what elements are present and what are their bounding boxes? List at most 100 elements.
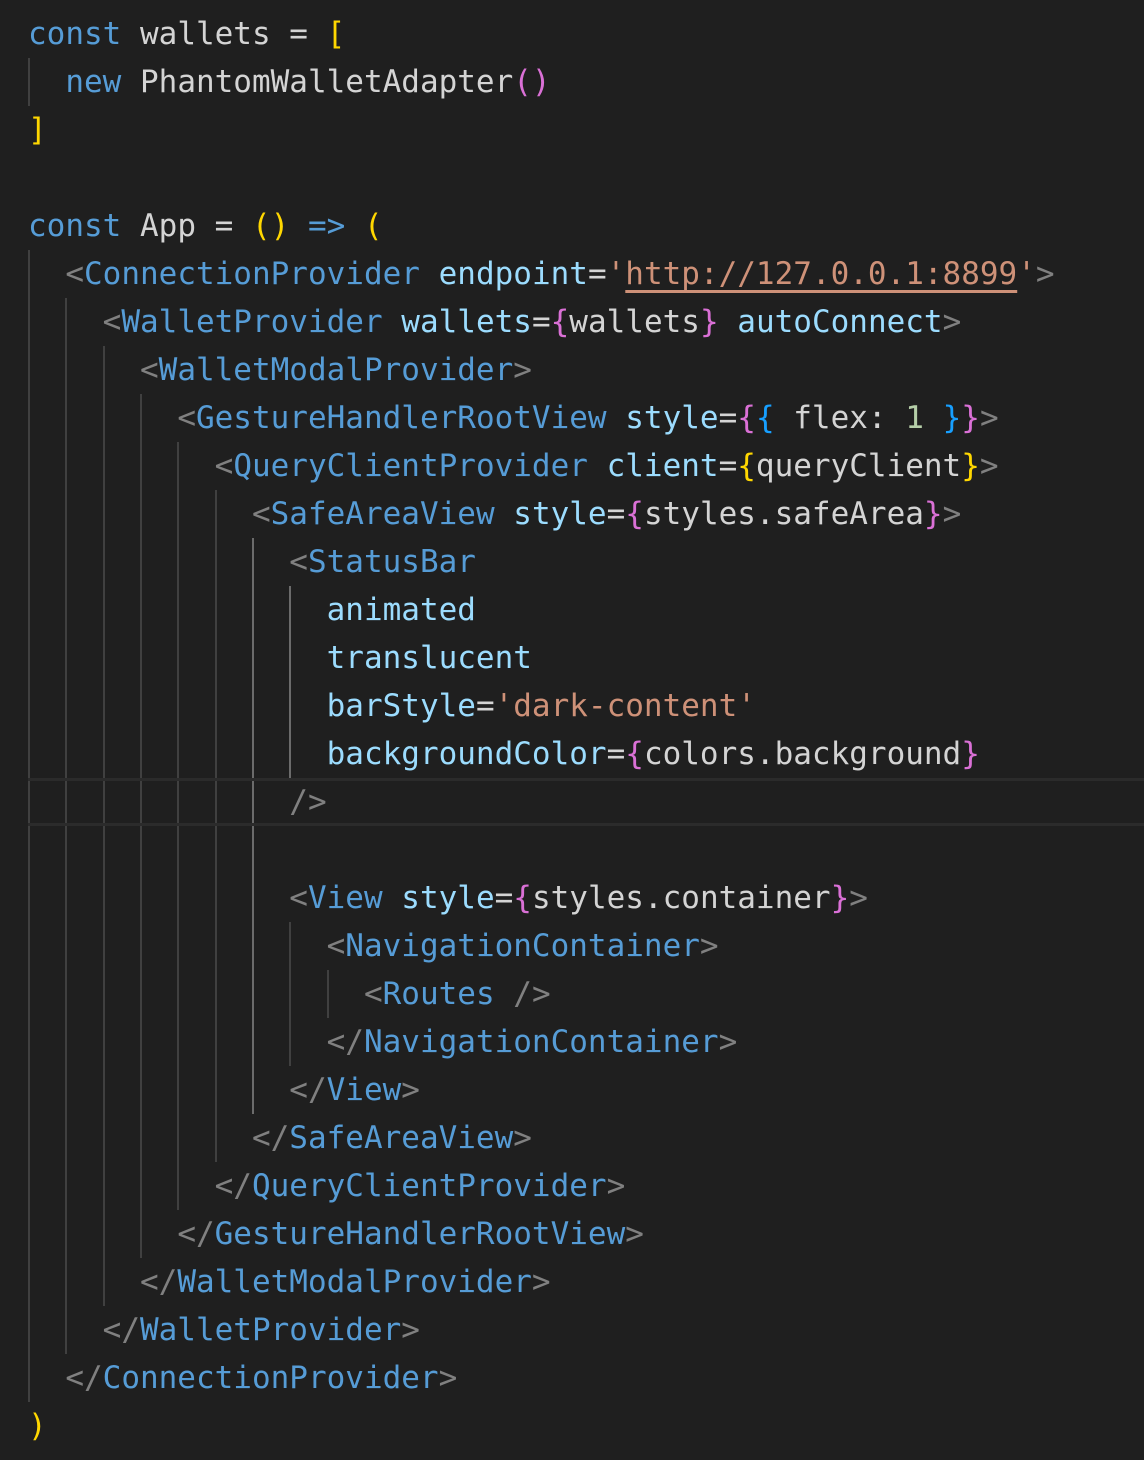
token-punct: >: [942, 496, 962, 532]
token-plain: wallets: [569, 304, 700, 340]
code-line[interactable]: <StatusBar: [0, 538, 1144, 586]
code-text: <GestureHandlerRootView style={{ flex: 1…: [28, 394, 998, 442]
code-line[interactable]: [0, 826, 1144, 874]
token-attr: autoConnect: [737, 304, 943, 340]
code-line[interactable]: const App = () => (: [0, 202, 1144, 250]
token-tag: ConnectionProvider: [84, 256, 420, 292]
code-text: </ConnectionProvider>: [28, 1354, 457, 1402]
token-punct: </: [65, 1360, 103, 1396]
token-punct: >: [625, 1216, 644, 1252]
token-br2: {: [550, 304, 570, 340]
code-text: translucent: [28, 634, 532, 682]
token-br1: }: [961, 448, 980, 484]
token-tag: StatusBar: [307, 544, 476, 580]
token-punct: </: [102, 1312, 140, 1348]
token-punct: >: [718, 1024, 738, 1060]
code-line[interactable]: new PhantomWalletAdapter(): [0, 58, 1144, 106]
code-line[interactable]: [0, 154, 1144, 202]
code-text: <WalletModalProvider>: [28, 346, 532, 394]
code-text: </WalletModalProvider>: [28, 1258, 551, 1306]
token-attr: style: [625, 400, 719, 436]
code-line[interactable]: </SafeAreaView>: [0, 1114, 1144, 1162]
token-br1: (): [251, 208, 290, 244]
code-line[interactable]: />: [28, 778, 1144, 826]
token-tag: WalletModalProvider: [177, 1264, 532, 1300]
token-br2: (): [513, 64, 551, 100]
code-text: <SafeAreaView style={styles.safeArea}>: [28, 490, 961, 538]
token-punct: >: [1035, 256, 1055, 292]
code-text: <Routes />: [28, 970, 551, 1018]
code-line[interactable]: <NavigationContainer>: [0, 922, 1144, 970]
token-plain: flex:: [774, 400, 906, 436]
code-editor[interactable]: const wallets = [ new PhantomWalletAdapt…: [0, 0, 1144, 1460]
token-punct: </: [177, 1216, 215, 1252]
token-plain: =: [606, 496, 626, 532]
code-line[interactable]: translucent: [0, 634, 1144, 682]
code-line[interactable]: <ConnectionProvider endpoint='http://127…: [0, 250, 1144, 298]
token-punct: <: [363, 976, 383, 1012]
code-line[interactable]: </NavigationContainer>: [0, 1018, 1144, 1066]
token-br1: ): [28, 1408, 47, 1444]
token-punct: />: [513, 976, 551, 1012]
code-line[interactable]: </ConnectionProvider>: [0, 1354, 1144, 1402]
code-line[interactable]: </GestureHandlerRootView>: [0, 1210, 1144, 1258]
code-line[interactable]: ]: [0, 106, 1144, 154]
code-line[interactable]: <Routes />: [0, 970, 1144, 1018]
token-tag: View: [326, 1072, 402, 1108]
code-text: <QueryClientProvider client={queryClient…: [28, 442, 999, 490]
token-attr: animated: [326, 592, 476, 628]
token-br2: }: [699, 304, 719, 340]
code-line[interactable]: </View>: [0, 1066, 1144, 1114]
code-line[interactable]: backgroundColor={colors.background}: [0, 730, 1144, 778]
code-line[interactable]: <SafeAreaView style={styles.safeArea}>: [0, 490, 1144, 538]
code-line[interactable]: <View style={styles.container}>: [0, 874, 1144, 922]
token-tag: WalletProvider: [139, 1312, 402, 1348]
code-line[interactable]: </WalletModalProvider>: [0, 1258, 1144, 1306]
token-num: 1: [905, 400, 924, 436]
token-plain: =: [718, 400, 738, 436]
code-text: </View>: [28, 1066, 420, 1114]
code-line[interactable]: ): [0, 1402, 1144, 1450]
code-line[interactable]: <QueryClientProvider client={queryClient…: [0, 442, 1144, 490]
token-attr: style: [513, 496, 607, 532]
token-tag: WalletModalProvider: [158, 352, 514, 388]
token-br2: {: [737, 400, 756, 436]
code-line[interactable]: <GestureHandlerRootView style={{ flex: 1…: [0, 394, 1144, 442]
token-br1: {: [737, 448, 756, 484]
token-tag: QueryClientProvider: [233, 448, 588, 484]
token-tag: GestureHandlerRootView: [214, 1216, 626, 1252]
token-br1: (: [363, 208, 383, 244]
code-line[interactable]: <WalletModalProvider>: [0, 346, 1144, 394]
code-line[interactable]: <WalletProvider wallets={wallets} autoCo…: [0, 298, 1144, 346]
code-line[interactable]: </QueryClientProvider>: [0, 1162, 1144, 1210]
token-str: ': [606, 256, 626, 292]
token-plain: =: [475, 688, 495, 724]
code-text: <View style={styles.container}>: [28, 874, 868, 922]
code-text: <ConnectionProvider endpoint='http://127…: [28, 250, 1055, 298]
token-punct: >: [979, 448, 999, 484]
token-punct: </: [139, 1264, 178, 1300]
token-punct: >: [699, 928, 719, 964]
code-line[interactable]: barStyle='dark-content': [0, 682, 1144, 730]
token-plain: PhantomWalletAdapter: [121, 64, 514, 100]
code-line[interactable]: animated: [0, 586, 1144, 634]
token-br2: }: [961, 736, 980, 772]
token-punct: </: [289, 1072, 327, 1108]
token-attr: client: [606, 448, 719, 484]
token-punct: >: [401, 1072, 420, 1108]
code-text: backgroundColor={colors.background}: [28, 730, 980, 778]
code-line[interactable]: const wallets = [: [0, 10, 1144, 58]
code-line[interactable]: </WalletProvider>: [0, 1306, 1144, 1354]
